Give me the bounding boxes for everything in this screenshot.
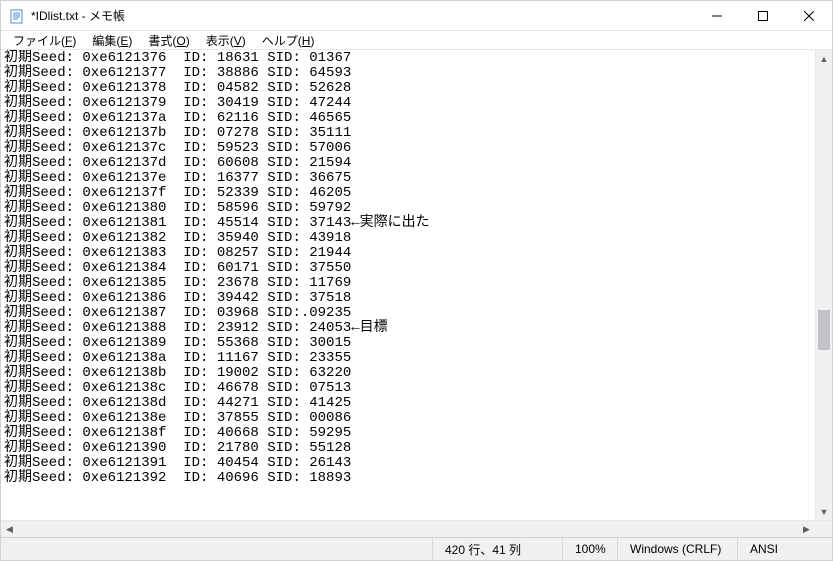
titlebar: *IDlist.txt - メモ帳 (1, 1, 832, 31)
scroll-right-arrow-icon[interactable]: ▶ (798, 521, 815, 538)
status-zoom: 100% (562, 538, 617, 560)
scroll-left-arrow-icon[interactable]: ◀ (1, 521, 18, 538)
scrollbar-corner (815, 521, 832, 538)
window-title: *IDlist.txt - メモ帳 (31, 7, 125, 24)
maximize-button[interactable] (740, 1, 786, 31)
status-encoding: ANSI (737, 538, 832, 560)
menubar: ファイル(F) 編集(E) 書式(O) 表示(V) ヘルプ(H) (1, 31, 832, 50)
menu-view[interactable]: 表示(V) (198, 31, 254, 50)
text-editor[interactable]: 初期Seed: 0xe6121376 ID: 18631 SID: 01367 … (1, 50, 815, 520)
close-button[interactable] (786, 1, 832, 31)
scroll-down-arrow-icon[interactable]: ▼ (816, 503, 832, 520)
menu-edit[interactable]: 編集(E) (84, 31, 140, 50)
menu-format[interactable]: 書式(O) (140, 31, 197, 50)
notepad-icon (9, 8, 25, 24)
content-area: 初期Seed: 0xe6121376 ID: 18631 SID: 01367 … (1, 50, 832, 520)
menu-help[interactable]: ヘルプ(H) (254, 31, 323, 50)
status-position: 420 行、41 列 (432, 538, 562, 560)
scroll-up-arrow-icon[interactable]: ▲ (816, 50, 832, 67)
vertical-scrollbar[interactable]: ▲ ▼ (815, 50, 832, 520)
status-spacer (1, 538, 432, 560)
scrollbar-thumb[interactable] (818, 310, 830, 350)
status-line-ending: Windows (CRLF) (617, 538, 737, 560)
minimize-button[interactable] (694, 1, 740, 31)
horizontal-scrollbar[interactable]: ◀ ▶ (1, 520, 832, 537)
menu-file[interactable]: ファイル(F) (5, 31, 84, 50)
statusbar: 420 行、41 列 100% Windows (CRLF) ANSI (1, 537, 832, 560)
